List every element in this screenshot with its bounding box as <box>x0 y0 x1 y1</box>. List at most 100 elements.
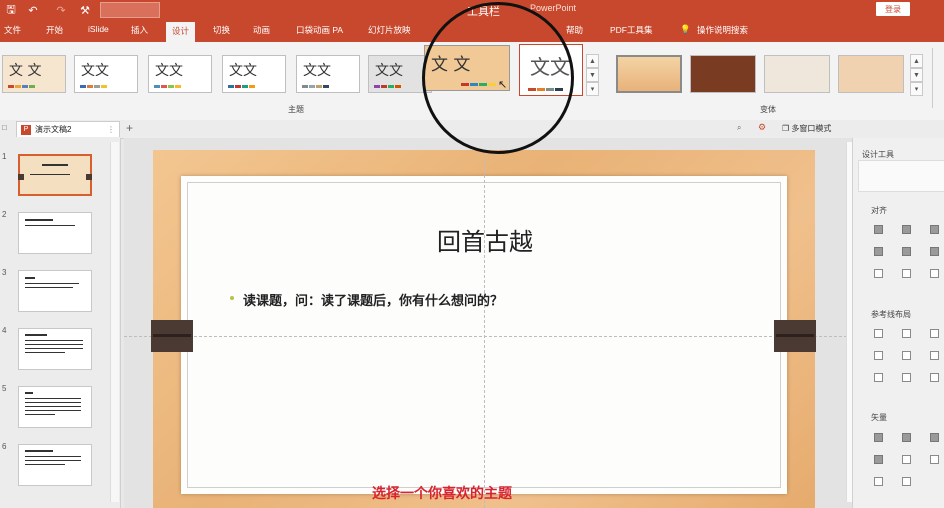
design-tools-pane <box>852 138 944 508</box>
slide-thumbnail-pane: 1 2 3 4 5 6 <box>0 138 121 508</box>
gear-icon[interactable]: ⚙ <box>758 122 766 133</box>
format-painter-icon[interactable]: ⚒ <box>78 2 92 18</box>
design-pane-title: 设计工具 <box>862 150 894 159</box>
slide-number: 2 <box>2 210 7 219</box>
align-middle-icon[interactable] <box>902 247 911 256</box>
guide-left-icon[interactable] <box>874 329 883 338</box>
tab-home[interactable]: 开始 <box>46 24 63 36</box>
tab-transitions[interactable]: 切换 <box>213 24 230 36</box>
shape-outline-icon[interactable] <box>902 477 911 486</box>
slide-thumbnail[interactable] <box>18 386 92 428</box>
align-right-icon[interactable] <box>930 225 939 234</box>
tab-help[interactable]: 帮助 <box>566 24 583 36</box>
guide-grid-icon[interactable] <box>874 373 883 382</box>
theme-thumbnail[interactable]: 文文 <box>222 55 286 93</box>
tab-pocket-animation[interactable]: 口袋动画 PA <box>296 24 343 36</box>
tab-menu-icon[interactable]: ⋮ <box>107 125 115 134</box>
mouse-cursor-icon: ↖ <box>498 79 508 91</box>
tab-slideshow[interactable]: 幻灯片放映 <box>368 24 411 36</box>
variant-thumbnail[interactable] <box>838 55 904 93</box>
theme-thumbnail[interactable]: 文 文 <box>2 55 66 93</box>
guide-bottom-icon[interactable] <box>930 351 939 360</box>
slide-thumbnail[interactable] <box>18 444 92 486</box>
tab-file[interactable]: 文件 <box>4 24 21 36</box>
tell-me-search[interactable]: 操作说明搜索 <box>697 24 748 36</box>
theme-thumbnail[interactable]: 文文 <box>296 55 360 93</box>
gallery-up-button[interactable]: ▲ <box>586 54 599 68</box>
video-caption: 选择一个你喜欢的主题 <box>372 485 512 501</box>
slide-bullet-text[interactable]: 读课题，问：读了课题后，你有什么想问的？ <box>243 290 503 309</box>
file-icon: □ <box>2 123 7 132</box>
variant-thumbnail[interactable] <box>690 55 756 93</box>
undo-icon[interactable]: ↶ <box>26 2 40 18</box>
fragment-icon[interactable] <box>930 433 939 442</box>
theme-thumbnail[interactable]: 文文 <box>148 55 212 93</box>
variants-group-label: 变体 <box>760 105 776 114</box>
guides-section-label: 参考线布局 <box>871 310 911 319</box>
variant-thumbnail-selected[interactable] <box>616 55 682 93</box>
slide-thumbnail[interactable] <box>18 154 92 196</box>
themes-group-label: 主题 <box>288 105 304 114</box>
horizontal-guide[interactable] <box>124 336 852 337</box>
slide-number: 4 <box>2 326 7 335</box>
variant-more-button[interactable]: ▾ <box>910 82 923 96</box>
align-center-icon[interactable] <box>902 225 911 234</box>
same-size-icon[interactable] <box>930 269 939 278</box>
align-top-icon[interactable] <box>874 247 883 256</box>
login-button[interactable]: 登录 <box>876 2 910 16</box>
tab-insert[interactable]: 插入 <box>131 24 148 36</box>
bullet-icon <box>230 296 234 300</box>
guide-column-icon[interactable] <box>902 373 911 382</box>
slide-thumbnail[interactable] <box>18 212 92 254</box>
union-icon[interactable] <box>874 433 883 442</box>
zoom-icon[interactable]: ⌕ <box>737 123 741 133</box>
intersect-icon[interactable] <box>874 455 883 464</box>
slide-number: 3 <box>2 268 7 277</box>
guide-top-icon[interactable] <box>874 351 883 360</box>
slide-thumbnail[interactable] <box>18 270 92 312</box>
powerpoint-file-icon: P <box>21 124 31 135</box>
variant-thumbnail[interactable] <box>764 55 830 93</box>
edit-points-icon[interactable] <box>930 455 939 464</box>
multi-window-mode[interactable]: ❐ 多窗口模式 <box>782 123 831 134</box>
document-tab[interactable]: P 演示文稿2 ⋮ <box>16 121 120 137</box>
multi-window-label: 多窗口模式 <box>791 124 832 133</box>
align-section-label: 对齐 <box>871 206 887 215</box>
gallery-more-button[interactable]: ▾ <box>586 82 599 96</box>
save-icon[interactable]: 🖫 <box>4 2 18 18</box>
variant-up-button[interactable]: ▲ <box>910 54 923 68</box>
slide-thumbnail[interactable] <box>18 328 92 370</box>
slide-title[interactable]: 回首古越 <box>380 222 590 257</box>
redo-icon[interactable]: ↷ <box>54 2 68 18</box>
guide-middle-icon[interactable] <box>902 351 911 360</box>
tab-pdf-tools[interactable]: PDF工具集 <box>610 24 653 36</box>
ribbon-divider <box>932 48 933 108</box>
slide-number: 6 <box>2 442 7 451</box>
tab-islide[interactable]: iSlide <box>88 24 109 34</box>
thumbnail-scrollbar[interactable] <box>110 142 119 502</box>
left-clip-decoration <box>151 320 193 352</box>
subtract-icon[interactable] <box>902 455 911 464</box>
align-bottom-icon[interactable] <box>930 247 939 256</box>
guide-center-icon[interactable] <box>902 329 911 338</box>
distribute-horizontal-icon[interactable] <box>874 269 883 278</box>
align-left-icon[interactable] <box>874 225 883 234</box>
design-pane-header-box <box>858 160 944 192</box>
lightbulb-icon[interactable]: 💡 <box>680 24 691 35</box>
tab-design[interactable]: 设计 <box>166 22 196 42</box>
guide-row-icon[interactable] <box>930 373 939 382</box>
new-tab-icon[interactable]: + <box>126 121 133 135</box>
gallery-down-button[interactable]: ▼ <box>586 68 599 82</box>
theme-thumbnail[interactable]: 文文 <box>74 55 138 93</box>
combine-icon[interactable] <box>902 433 911 442</box>
text-to-shape-icon[interactable] <box>874 477 883 486</box>
distribute-vertical-icon[interactable] <box>902 269 911 278</box>
tab-animations[interactable]: 动画 <box>253 24 270 36</box>
vertical-guide[interactable] <box>484 150 485 508</box>
guide-right-icon[interactable] <box>930 329 939 338</box>
slide-number: 5 <box>2 384 7 393</box>
quick-access-dropdown[interactable] <box>100 2 160 18</box>
variant-down-button[interactable]: ▼ <box>910 68 923 82</box>
slide-number: 1 <box>2 152 7 161</box>
document-tab-label: 演示文稿2 <box>35 125 72 134</box>
